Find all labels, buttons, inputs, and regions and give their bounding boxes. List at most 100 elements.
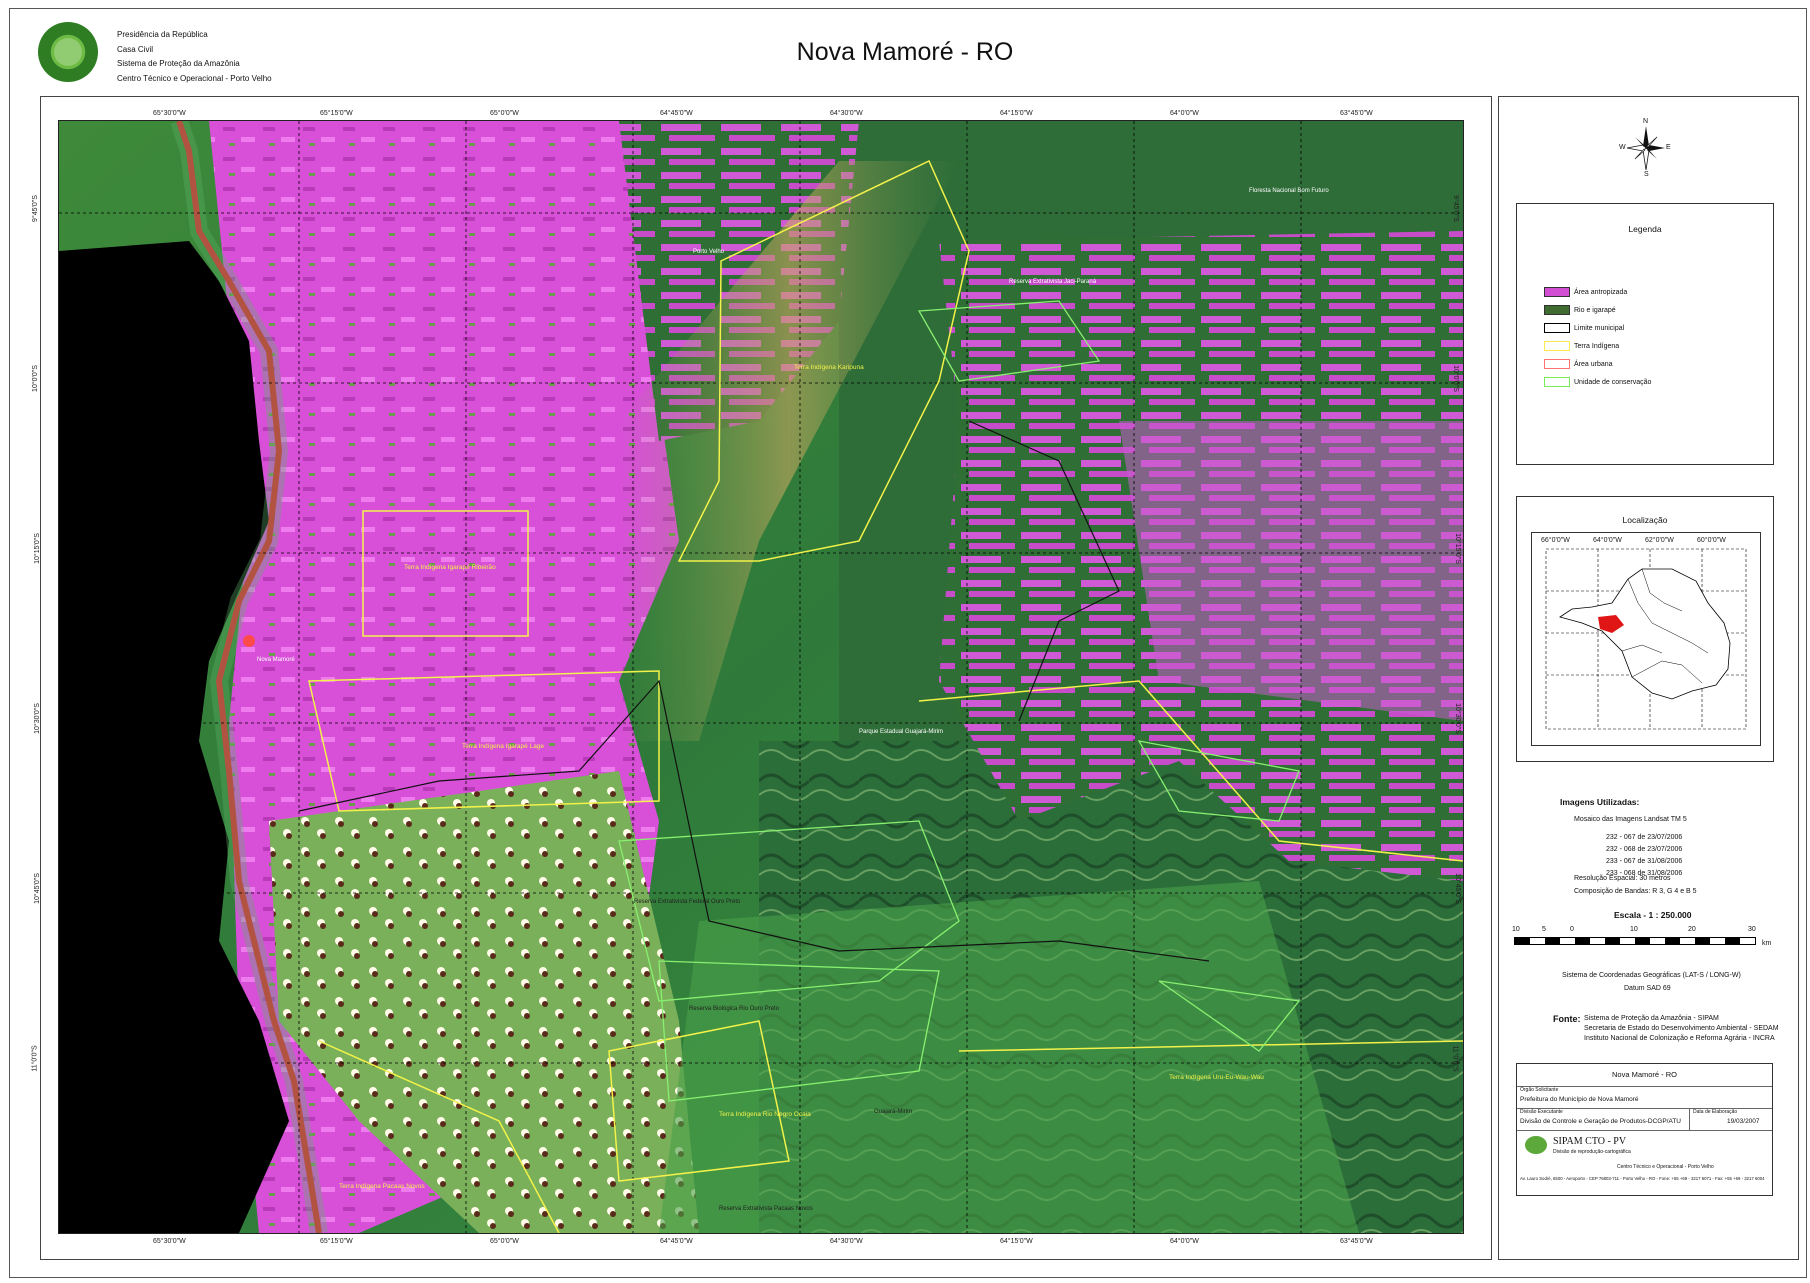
compass-icon bbox=[1626, 126, 1665, 171]
scale-mark: 5 bbox=[1542, 926, 1546, 933]
lat-tick-left: 9°45'0"S bbox=[31, 195, 39, 222]
coord-datum: Datum SAD 69 bbox=[1624, 985, 1671, 992]
legend-label: Terra Indígena bbox=[1574, 342, 1620, 350]
map-label: Reserva Extrativista Pacaas Novos bbox=[719, 1206, 813, 1212]
map-label: Terra Indígena Uru-Eu-Wau-Wau bbox=[1169, 1074, 1264, 1081]
legend-swatch bbox=[1544, 359, 1570, 369]
location-canvas bbox=[1545, 548, 1747, 730]
division-label: Divisão Executante bbox=[1520, 1109, 1563, 1115]
legend-label: Rio e igarapé bbox=[1574, 306, 1616, 314]
lat-tick-right: 11°0'0"S bbox=[1451, 1045, 1459, 1072]
map-label: Terra Indígena Rio Negro Ocaia bbox=[719, 1111, 811, 1118]
compass-s: S bbox=[1644, 171, 1649, 178]
images-title: Imagens Utilizadas: bbox=[1560, 797, 1640, 807]
compass-w: W bbox=[1619, 144, 1626, 151]
map-label: Terra Indígena Pacaas Novos bbox=[339, 1183, 425, 1190]
legend-swatch bbox=[1544, 287, 1570, 297]
map-label: Reserva Extrativista Jaci-Paraná bbox=[1009, 279, 1097, 285]
source-item: Sistema de Proteção da Amazônia - SIPAM bbox=[1584, 1015, 1719, 1022]
legend-item: Terra Indígena bbox=[1544, 340, 1619, 352]
scale-mark: 10 bbox=[1630, 926, 1638, 933]
compass-e: E bbox=[1666, 144, 1671, 151]
loc-lon-tick: 66°0'0"W bbox=[1541, 537, 1570, 544]
lat-tick-right: 9°45'0"S bbox=[1451, 195, 1459, 222]
compass-n: N bbox=[1643, 118, 1649, 125]
source-item: Instituto Nacional de Colonização e Refo… bbox=[1584, 1035, 1775, 1042]
lon-tick-top: 63°45'0"W bbox=[1340, 110, 1373, 117]
lon-tick-bottom: 65°15'0"W bbox=[320, 1238, 353, 1245]
scale-bar: 10 5 0 10 20 30 km bbox=[1512, 926, 1792, 950]
date-value: 19/03/2007 bbox=[1727, 1118, 1760, 1125]
lat-tick-left: 10°0'0"S bbox=[31, 365, 39, 392]
scale-unit: km bbox=[1762, 940, 1772, 947]
map-title: Nova Mamoré - RO bbox=[796, 38, 1014, 66]
map-label: Terra Indígena Karipuna bbox=[794, 364, 864, 371]
address: Av. Lauro Sodré, 6500 - Aeroporto - CEP … bbox=[1520, 1176, 1765, 1181]
legend-item: Rio e igarapé bbox=[1544, 304, 1616, 316]
source-item: Secretaria de Estado do Desenvolvimento … bbox=[1584, 1025, 1779, 1032]
coord-system: Sistema de Coordenadas Geográficas (LAT-… bbox=[1562, 972, 1741, 979]
legend-item: Unidade de conservação bbox=[1544, 376, 1651, 388]
lat-tick-right: 10°15'0"S bbox=[1453, 533, 1461, 564]
legend-title: Legenda bbox=[1628, 224, 1662, 234]
legend-label: Área antropizada bbox=[1574, 288, 1628, 296]
legend-label: Área urbana bbox=[1574, 360, 1613, 368]
sipam-leaf-icon bbox=[1525, 1136, 1547, 1154]
loc-lon-tick: 64°0'0"W bbox=[1593, 537, 1622, 544]
map-label: Nova Mamoré bbox=[257, 657, 295, 663]
legend-label: Limite municipal bbox=[1574, 324, 1625, 332]
brand-sub: Divisão de reprodução-cartográfica bbox=[1553, 1149, 1631, 1155]
images-resolution: Resolução Espacial: 30 metros bbox=[1574, 875, 1671, 882]
center-name: Centro Técnico e Operacional - Porto Vel… bbox=[1617, 1164, 1714, 1170]
images-bands: Composição de Bandas: R 3, G 4 e B 5 bbox=[1574, 888, 1697, 895]
map-label: Porto Velho bbox=[693, 249, 725, 255]
legend-swatch bbox=[1544, 305, 1570, 315]
scale-mark: 10 bbox=[1512, 926, 1520, 933]
agency-line: Centro Técnico e Operacional - Porto Vel… bbox=[117, 73, 272, 83]
map-label: Reserva Extrativista Federal Ouro Preto bbox=[634, 899, 741, 905]
date-label: Data de Elaboração bbox=[1693, 1109, 1738, 1115]
map-label: Guajará-Mirim bbox=[874, 1109, 913, 1115]
title-row: Nova Mamoré - RO bbox=[1517, 1064, 1772, 1087]
satellite-map[interactable]: Terra Indígena Karipuna Terra Indígena I… bbox=[58, 120, 1464, 1234]
cell-divider bbox=[1689, 1108, 1690, 1130]
location-title: Localização bbox=[1622, 515, 1668, 525]
map-canvas bbox=[59, 121, 1463, 1233]
lon-tick-bottom: 63°45'0"W bbox=[1340, 1238, 1373, 1245]
legend-item: Limite municipal bbox=[1544, 322, 1624, 334]
map-label: Terra Indígena Igarapé Ribeirão bbox=[404, 564, 496, 571]
map-label: Reserva Biológica Rio Ouro Preto bbox=[689, 1006, 780, 1012]
scale-mark: 0 bbox=[1570, 926, 1574, 933]
lat-tick-left: 10°45'0"S bbox=[33, 873, 41, 904]
lon-tick-top: 64°0'0"W bbox=[1170, 110, 1199, 117]
location-inset: Localização 66°0'0"W 64°0'0"W 62°0'0"W 6… bbox=[1516, 496, 1774, 762]
scale-title: Escala - 1 : 250.000 bbox=[1614, 910, 1692, 920]
lon-tick-top: 65°0'0"W bbox=[490, 110, 519, 117]
loc-lon-tick: 62°0'0"W bbox=[1645, 537, 1674, 544]
scale-segments bbox=[1514, 937, 1756, 945]
org-label: Órgão Solicitante bbox=[1520, 1087, 1559, 1093]
scene-item: 233 - 067 de 31/08/2006 bbox=[1606, 858, 1683, 865]
lon-tick-top: 65°15'0"W bbox=[320, 110, 353, 117]
compass-rose: N S E W bbox=[1619, 118, 1671, 178]
lat-tick-left: 10°15'0"S bbox=[33, 533, 41, 564]
legend-label: Unidade de conservação bbox=[1574, 378, 1652, 386]
lon-tick-top: 65°30'0"W bbox=[153, 110, 186, 117]
legend-item: Área antropizada bbox=[1544, 286, 1627, 298]
lat-tick-right: 10°30'0"S bbox=[1453, 703, 1461, 734]
division-row: Divisão Executante Divisão de Controle e… bbox=[1517, 1108, 1772, 1131]
title-block: Nova Mamoré - RO Órgão Solicitante Prefe… bbox=[1516, 1063, 1773, 1196]
division-value: Divisão de Controle e Geração de Produto… bbox=[1520, 1118, 1682, 1125]
map-label: Terra Indígena Igarapé Lage bbox=[462, 743, 545, 750]
scene-item: 232 - 068 de 23/07/2006 bbox=[1606, 846, 1683, 853]
images-mosaic: Mosaico das Imagens Landsat TM 5 bbox=[1574, 816, 1687, 823]
scale-mark: 20 bbox=[1688, 926, 1696, 933]
lat-tick-left: 11°0'0"S bbox=[31, 1045, 39, 1072]
lon-tick-bottom: 64°15'0"W bbox=[1000, 1238, 1033, 1245]
lat-tick-right: 10°0'0"S bbox=[1451, 365, 1459, 392]
lon-tick-bottom: 65°0'0"W bbox=[490, 1238, 519, 1245]
lon-tick-bottom: 64°0'0"W bbox=[1170, 1238, 1199, 1245]
lat-tick-left: 10°30'0"S bbox=[33, 703, 41, 734]
lon-tick-top: 64°30'0"W bbox=[830, 110, 863, 117]
lon-tick-top: 64°45'0"W bbox=[660, 110, 693, 117]
